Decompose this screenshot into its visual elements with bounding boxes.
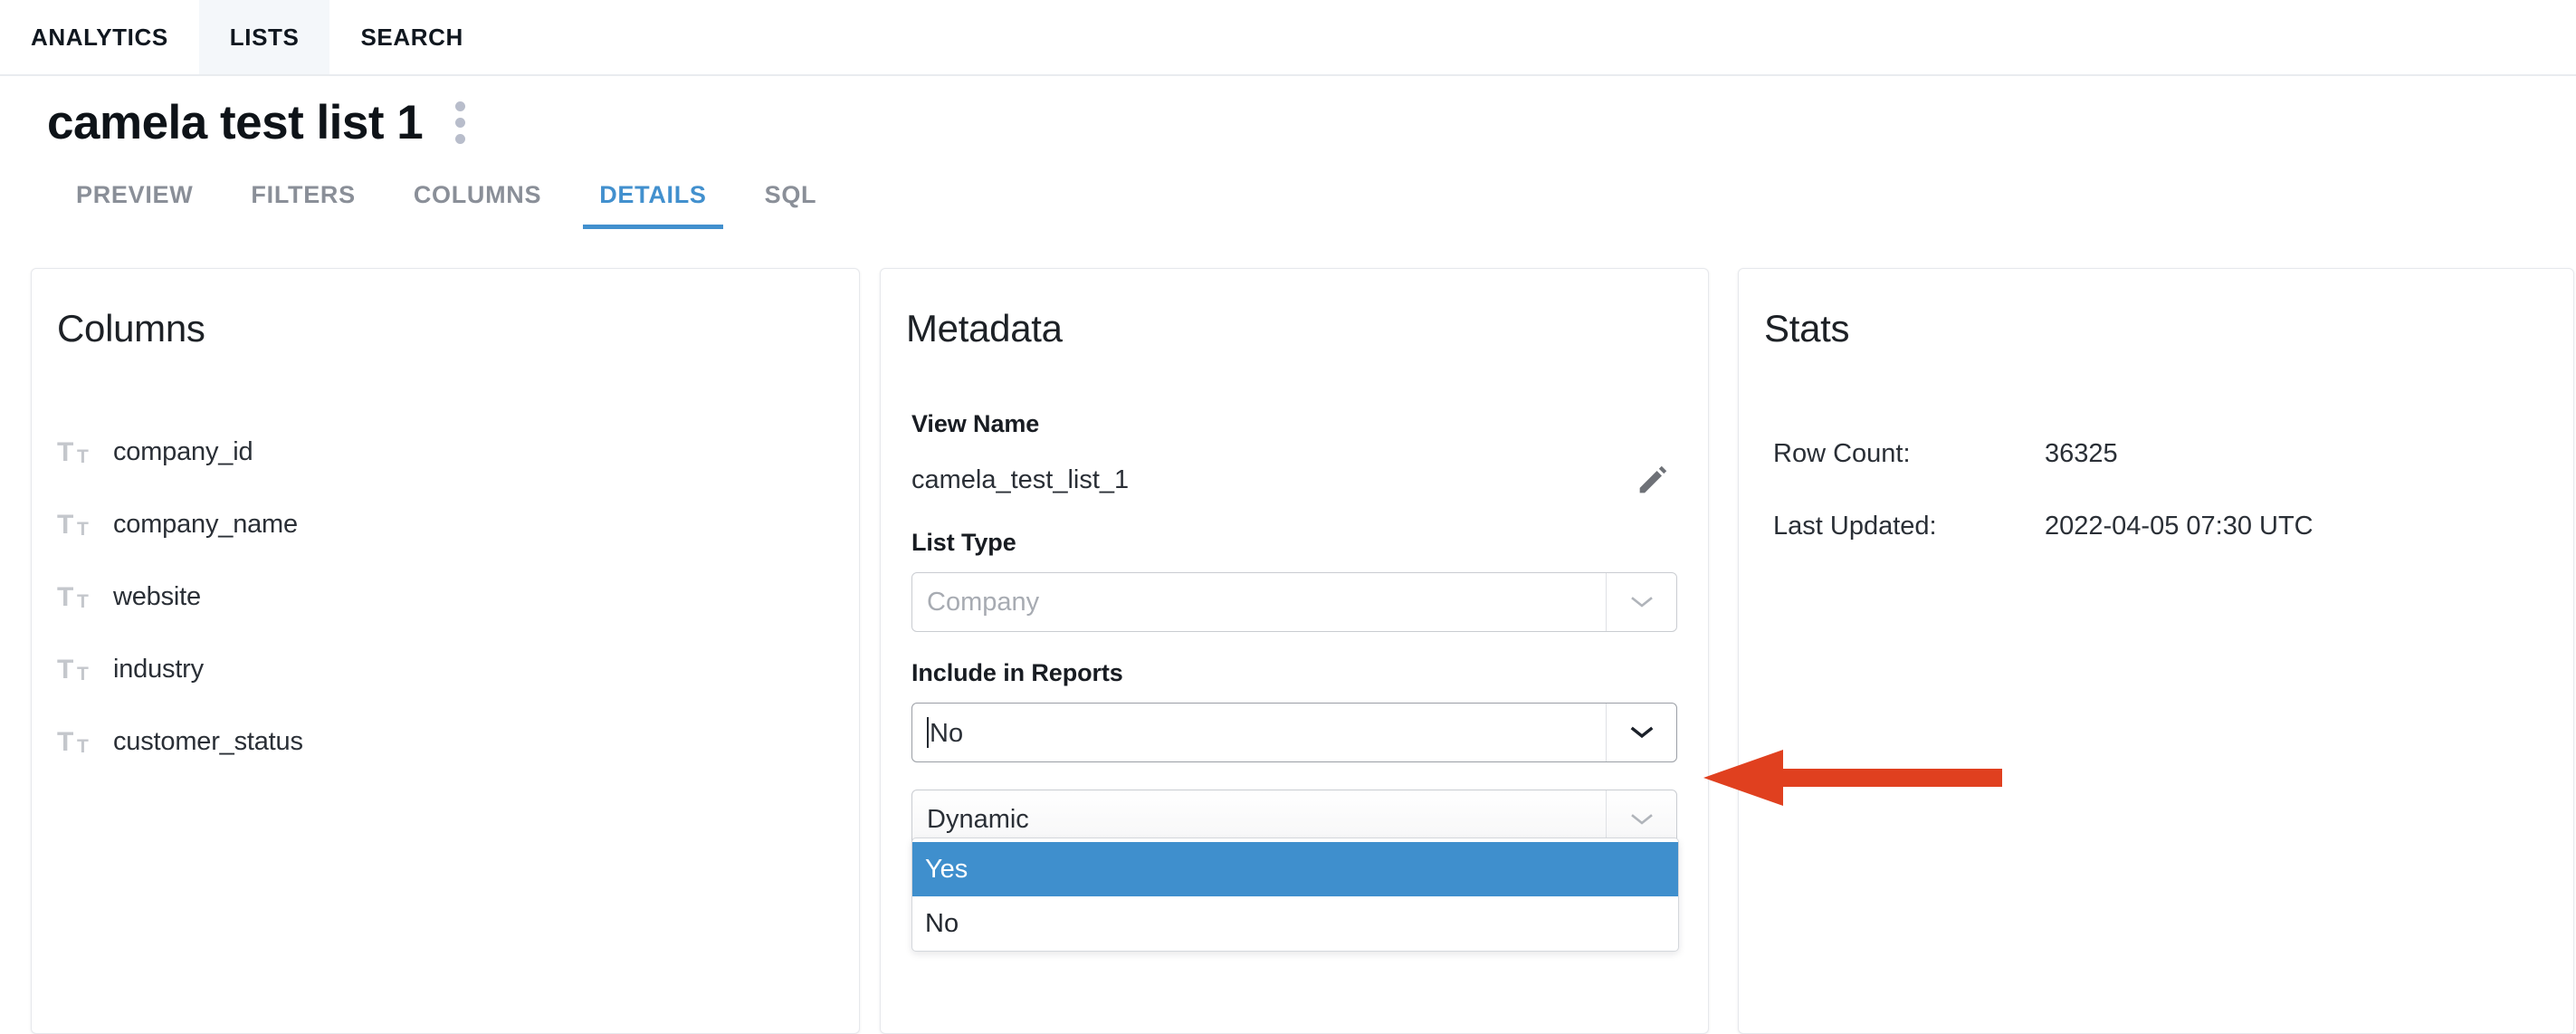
chevron-down-icon-svg: [1630, 814, 1653, 825]
metadata-fields: View Name camela_test_list_1 List Type C…: [881, 410, 1708, 849]
chevron-down-icon-svg: [1630, 597, 1653, 608]
view-name-value: camela_test_list_1: [911, 464, 1130, 494]
tab-sql-label: SQL: [764, 181, 817, 208]
include-in-reports-select[interactable]: No: [911, 703, 1677, 762]
list-item[interactable]: T T website: [32, 560, 859, 633]
tab-details[interactable]: DETAILS: [570, 168, 735, 229]
stat-row-row-count: Row Count: 36325: [1773, 417, 2539, 490]
stats-rows: Row Count: 36325 Last Updated: 2022-04-0…: [1739, 417, 2573, 562]
nav-item-lists-label: LISTS: [229, 23, 300, 51]
include-in-reports-dropdown: Yes No: [911, 838, 1679, 952]
column-name-label: company_id: [113, 436, 253, 466]
nav-item-analytics[interactable]: ANALYTICS: [0, 0, 199, 74]
nav-item-search-label: SEARCH: [360, 23, 463, 51]
primary-nav-bar: ANALYTICS LISTS SEARCH: [0, 0, 2576, 76]
view-name-label: View Name: [911, 410, 1040, 437]
kebab-dot: [454, 117, 465, 128]
text-type-icon-glyph-large: T: [57, 437, 74, 467]
dropdown-option-yes[interactable]: Yes: [912, 842, 1678, 896]
pencil-icon[interactable]: [1634, 461, 1672, 499]
include-in-reports-label: Include in Reports: [911, 659, 1123, 686]
detail-tab-bar: PREVIEW FILTERS COLUMNS DETAILS SQL: [0, 168, 2576, 248]
row-count-label: Row Count:: [1773, 438, 1911, 468]
list-item[interactable]: T T company_name: [32, 488, 859, 560]
tab-columns-label: COLUMNS: [413, 181, 542, 208]
kebab-dot: [454, 101, 465, 111]
page-header: camela test list 1: [0, 76, 2576, 168]
list-type-field: List Type Company: [911, 529, 1677, 632]
pencil-icon-svg: [1639, 465, 1667, 493]
metadata-card: Metadata View Name camela_test_list_1 Li…: [880, 268, 1709, 1034]
kebab-menu-icon[interactable]: [446, 98, 473, 147]
view-name-row: camela_test_list_1: [911, 458, 1677, 502]
column-name-label: industry: [113, 654, 204, 684]
column-name-label: customer_status: [113, 726, 303, 756]
list-type-value: Company: [927, 587, 1040, 617]
last-updated-label: Last Updated:: [1773, 511, 1937, 541]
list-item[interactable]: T T company_id: [32, 416, 859, 488]
last-updated-value: 2022-04-05 07:30 UTC: [2045, 511, 2314, 541]
details-panel: Columns T T company_id T T company_name …: [0, 268, 2576, 1034]
nav-item-lists[interactable]: LISTS: [198, 0, 330, 74]
columns-card: Columns T T company_id T T company_name …: [31, 268, 860, 1034]
include-in-reports-value: No: [930, 718, 964, 748]
text-type-icon: T T: [57, 725, 95, 758]
row-count-value: 36325: [2045, 438, 2118, 468]
include-in-reports-field: Include in Reports No: [911, 659, 1677, 762]
nav-item-search[interactable]: SEARCH: [329, 0, 493, 74]
tab-filters[interactable]: FILTERS: [222, 168, 384, 229]
dropdown-option-yes-label: Yes: [925, 854, 968, 884]
chevron-down-icon[interactable]: [1606, 704, 1676, 761]
text-type-icon-glyph-small: T: [77, 446, 89, 467]
stat-row-last-updated: Last Updated: 2022-04-05 07:30 UTC: [1773, 490, 2539, 562]
stats-card: Stats Row Count: 36325 Last Updated: 202…: [1738, 268, 2574, 1034]
dropdown-option-no[interactable]: No: [912, 896, 1678, 951]
text-type-icon: T T: [57, 653, 95, 685]
stats-card-title: Stats: [1764, 307, 1850, 349]
text-type-icon: T T: [57, 436, 95, 468]
refresh-type-value: Dynamic: [927, 804, 1029, 834]
dropdown-option-no-label: No: [925, 908, 959, 938]
text-type-icon-glyph-large: T: [57, 727, 74, 757]
column-name-label: website: [113, 581, 201, 611]
tab-preview-label: PREVIEW: [76, 181, 194, 208]
text-type-icon-glyph-large: T: [57, 582, 74, 612]
tab-sql[interactable]: SQL: [736, 168, 846, 229]
kebab-dot: [454, 133, 465, 144]
metadata-card-title: Metadata: [906, 307, 1063, 349]
chevron-down-icon: [1606, 573, 1676, 631]
text-type-icon: T T: [57, 508, 95, 541]
text-type-icon-glyph-large: T: [57, 510, 74, 540]
tab-columns[interactable]: COLUMNS: [385, 168, 570, 229]
columns-card-title: Columns: [57, 307, 205, 349]
include-in-reports-value-wrap: No: [912, 716, 964, 749]
page-title: camela test list 1: [47, 95, 424, 149]
nav-item-analytics-label: ANALYTICS: [31, 23, 168, 51]
column-name-label: company_name: [113, 509, 298, 539]
text-type-icon-glyph-large: T: [57, 655, 74, 685]
tab-preview[interactable]: PREVIEW: [47, 168, 222, 229]
columns-list: T T company_id T T company_name T T webs…: [32, 416, 859, 778]
list-item[interactable]: T T customer_status: [32, 705, 859, 778]
tab-filters-label: FILTERS: [251, 181, 356, 208]
list-item[interactable]: T T industry: [32, 633, 859, 705]
list-type-label: List Type: [911, 529, 1016, 556]
text-type-icon: T T: [57, 580, 95, 613]
text-type-icon-glyph-small: T: [77, 736, 89, 757]
text-type-icon-glyph-small: T: [77, 519, 89, 540]
text-cursor: [927, 716, 929, 748]
text-type-icon-glyph-small: T: [77, 664, 89, 685]
text-type-icon-glyph-small: T: [77, 591, 89, 612]
list-type-select[interactable]: Company: [911, 572, 1677, 632]
chevron-down-icon-svg: [1630, 726, 1653, 739]
tab-details-label: DETAILS: [599, 181, 707, 208]
